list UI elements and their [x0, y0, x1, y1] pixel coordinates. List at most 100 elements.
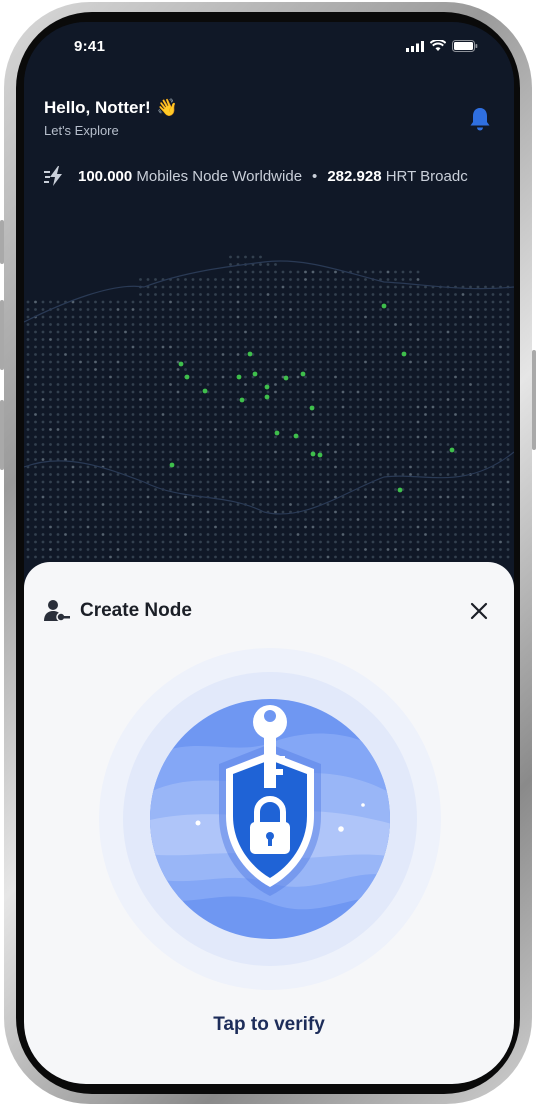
map-dot	[184, 405, 187, 409]
map-dot	[214, 488, 217, 491]
map-dot	[484, 383, 487, 386]
map-dot	[454, 300, 457, 304]
map-dot	[64, 368, 67, 371]
map-dot	[296, 383, 300, 386]
map-dot	[229, 383, 232, 386]
map-dot	[251, 308, 255, 311]
map-dot	[461, 428, 465, 431]
map-dot	[146, 540, 150, 544]
map-dot	[244, 390, 247, 394]
map-dot	[266, 458, 270, 461]
map-dot	[311, 375, 315, 379]
map-dot	[146, 315, 150, 319]
map-dot	[221, 525, 225, 529]
map-dot	[491, 525, 495, 529]
map-dot	[349, 458, 352, 461]
map-dot	[206, 315, 210, 319]
map-dot	[244, 450, 247, 454]
map-dot	[251, 488, 255, 491]
map-dot	[26, 450, 30, 454]
map-dot	[446, 398, 450, 401]
map-dot	[79, 533, 82, 536]
map-dot	[176, 510, 180, 514]
map-dot	[34, 428, 37, 431]
map-dot	[109, 533, 112, 536]
map-dot	[356, 323, 360, 326]
map-dot	[116, 488, 120, 491]
map-dot	[334, 525, 337, 529]
map-dot	[139, 450, 142, 454]
map-dot	[229, 375, 232, 379]
map-dot	[401, 443, 405, 446]
active-node-dot	[381, 303, 387, 309]
map-dot	[131, 315, 135, 319]
map-dot	[371, 323, 375, 326]
map-dot	[221, 428, 225, 431]
map-dot	[214, 330, 217, 334]
map-dot	[356, 398, 360, 401]
map-dot	[191, 458, 195, 461]
map-dot	[236, 368, 240, 371]
map-dot	[401, 278, 405, 281]
map-dot	[124, 323, 127, 326]
map-dot	[274, 428, 277, 431]
map-dot	[266, 450, 270, 454]
map-dot	[431, 398, 435, 401]
close-button[interactable]	[466, 598, 492, 624]
map-dot	[49, 323, 52, 326]
map-dot	[281, 345, 285, 349]
map-dot	[26, 383, 30, 386]
map-dot	[454, 330, 457, 334]
map-dot	[146, 345, 150, 349]
map-dot	[259, 285, 262, 289]
map-dot	[259, 555, 262, 559]
map-dot	[274, 405, 277, 409]
phone-screen: 9:41 Hello, Notter! 👋 Let's Explore 100.…	[24, 22, 514, 1084]
map-dot	[386, 458, 390, 461]
map-dot	[184, 465, 187, 469]
map-dot	[416, 330, 420, 334]
tap-to-verify-label[interactable]: Tap to verify	[24, 1014, 514, 1036]
map-dot	[124, 353, 127, 356]
map-dot	[41, 540, 45, 544]
map-dot	[229, 293, 232, 296]
map-dot	[439, 368, 442, 371]
map-dot	[266, 360, 270, 364]
map-dot	[86, 383, 90, 386]
map-dot	[184, 300, 187, 304]
map-dot	[281, 510, 285, 514]
map-dot	[469, 315, 472, 319]
verify-button[interactable]	[99, 648, 441, 990]
map-dot	[259, 458, 262, 461]
map-dot	[289, 413, 292, 416]
map-dot	[229, 270, 232, 274]
map-dot	[244, 420, 247, 424]
notification-button[interactable]	[468, 106, 492, 137]
map-dot	[221, 390, 225, 394]
map-dot	[341, 540, 345, 544]
map-dot	[356, 315, 360, 319]
map-dot	[454, 398, 457, 401]
map-dot	[131, 450, 135, 454]
map-dot	[289, 360, 292, 364]
map-dot	[289, 540, 292, 544]
map-dot	[49, 338, 52, 341]
map-dot	[416, 383, 420, 386]
map-dot	[169, 450, 172, 454]
map-dot	[424, 503, 427, 506]
map-dot	[461, 398, 465, 401]
map-dot	[229, 413, 232, 416]
map-dot	[469, 323, 472, 326]
map-dot	[394, 278, 397, 281]
map-dot	[176, 278, 180, 281]
map-dot	[71, 368, 75, 371]
map-dot	[161, 345, 165, 349]
map-dot	[131, 473, 135, 476]
map-dot	[326, 405, 330, 409]
map-dot	[41, 308, 45, 311]
map-dot	[34, 300, 37, 304]
map-dot	[139, 510, 142, 514]
map-dot	[86, 330, 90, 334]
map-dot	[101, 473, 105, 476]
map-dot	[259, 495, 262, 499]
